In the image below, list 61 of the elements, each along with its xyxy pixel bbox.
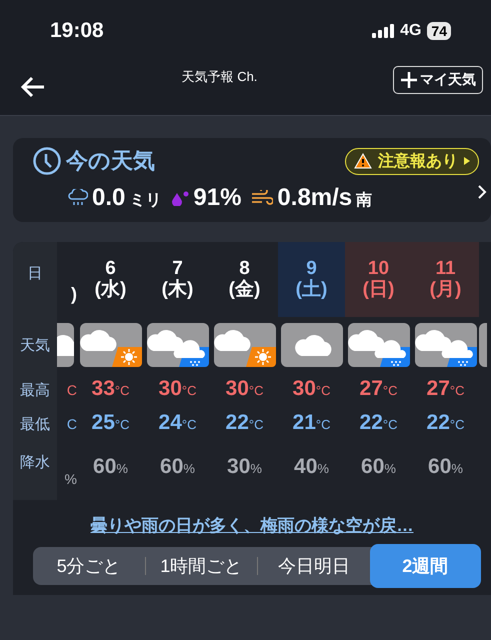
high-temp: 33°C <box>90 376 130 402</box>
signal-icon <box>372 24 394 38</box>
cloud-icon <box>57 323 74 367</box>
range-tab[interactable]: 1時間ごと <box>146 547 257 585</box>
plus-icon <box>400 71 418 89</box>
rain-cloud-icon <box>68 189 88 207</box>
network-type: 4G <box>400 22 422 40</box>
low-temp: 24°C <box>158 410 198 436</box>
low-temp: 25°C <box>90 410 130 436</box>
high-temp: 30°C <box>224 376 264 402</box>
chevron-right-icon <box>477 184 487 200</box>
row-label: 最低 <box>13 407 57 441</box>
rain-chance: 30% <box>226 454 263 480</box>
rain-chance: 60% <box>427 454 464 480</box>
wind-icon <box>251 190 274 206</box>
day-header: 10 (日) <box>345 242 412 317</box>
low-temp: 21°C <box>292 410 332 436</box>
alert-button[interactable]: 注意報あり <box>345 148 479 174</box>
clock-time: 19:08 <box>50 19 104 43</box>
rainfall-value: 0.0 <box>92 184 126 212</box>
range-tab[interactable]: 今日明日 <box>258 547 370 585</box>
warning-icon <box>354 153 372 169</box>
rain-chance: 60% <box>92 454 129 480</box>
range-tab[interactable]: 5分ごと <box>33 547 144 585</box>
low-temp: 22°C <box>224 410 264 436</box>
back-arrow-icon[interactable] <box>20 76 46 98</box>
day-header: 7 (木) <box>160 256 194 302</box>
row-label: 降水 <box>13 441 57 500</box>
table-cell: % <box>64 471 77 487</box>
low-temp: 22°C <box>426 410 466 436</box>
row-label: 最高 <box>13 373 57 407</box>
high-temp: 27°C <box>426 376 466 402</box>
high-temp: 30°C <box>158 376 198 402</box>
rainfall-unit: ミリ <box>129 191 162 211</box>
day-header: 8 (金) <box>228 256 262 302</box>
rain-chance: 60% <box>360 454 397 480</box>
current-weather-card[interactable]: 今の天気 注意報あり 0.0 ミリ 91% 0.8m/s 南 <box>13 138 491 222</box>
table-cell: C <box>66 416 77 432</box>
app-title: 天気予報 Ch. <box>182 68 258 86</box>
day-header: 11 (月) <box>412 242 479 317</box>
wind-speed: 0.8m/s <box>277 184 352 212</box>
day-header: 9 (土) <box>278 242 345 317</box>
current-weather-title: 今の天気 <box>66 147 155 175</box>
low-temp: 22°C <box>358 410 398 436</box>
rain-chance: 40% <box>293 454 330 480</box>
triangle-right-icon <box>464 157 470 165</box>
rain-chance: 60% <box>159 454 196 480</box>
clock-icon <box>32 146 62 176</box>
droplet-icon <box>171 190 190 206</box>
battery-level: 74 <box>427 22 451 40</box>
row-label: 日 <box>13 242 57 317</box>
table-cell: C <box>66 382 77 398</box>
row-label: 天気 <box>13 317 57 373</box>
table-cell: ) <box>71 284 77 305</box>
wind-direction: 南 <box>356 190 372 211</box>
my-weather-button[interactable]: マイ天気 <box>393 66 483 94</box>
high-temp: 27°C <box>358 376 398 402</box>
humidity-value: 91% <box>193 184 242 212</box>
forecast-summary-link[interactable]: 曇りや雨の日が多く、梅雨の様な空が戻… <box>13 514 491 537</box>
high-temp: 30°C <box>292 376 332 402</box>
day-header: 6 (水) <box>94 256 128 302</box>
